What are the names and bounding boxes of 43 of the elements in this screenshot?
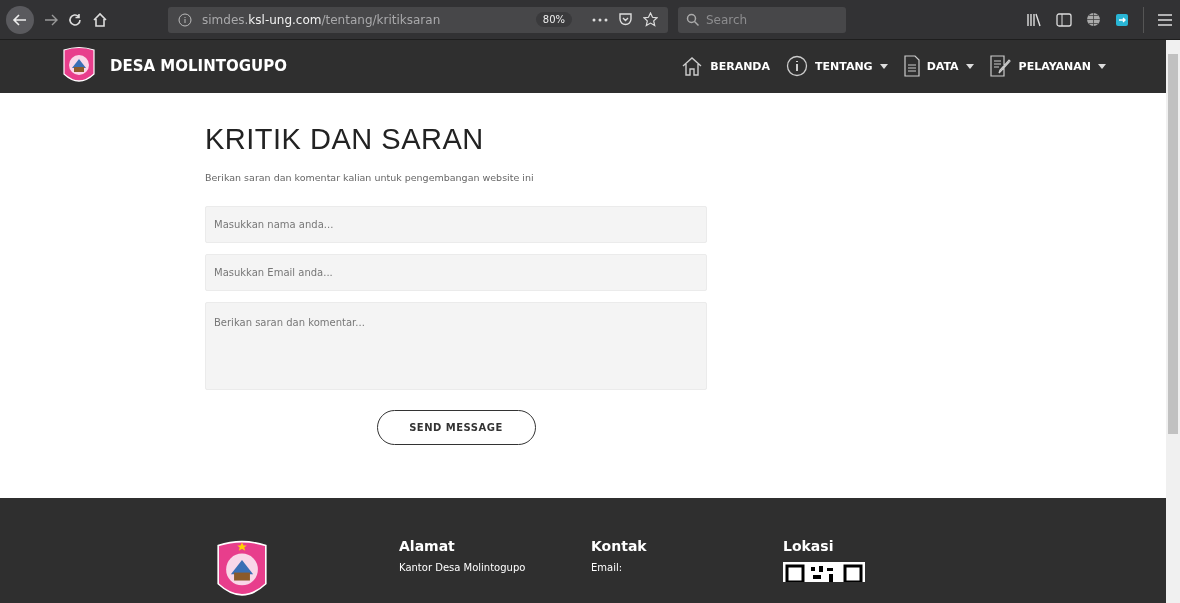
reload-icon[interactable] — [68, 12, 82, 27]
zoom-badge[interactable]: 80% — [535, 12, 572, 27]
scrollbar[interactable] — [1166, 40, 1180, 603]
search-icon — [686, 12, 700, 27]
pocket-icon[interactable] — [618, 12, 633, 27]
nav-link[interactable]: TENTANG — [786, 55, 888, 78]
star-icon[interactable] — [643, 12, 658, 27]
menu-icon[interactable] — [1158, 13, 1172, 26]
footer-heading: Alamat — [399, 538, 456, 554]
page-heading: KRITIK DAN SARAN — [205, 122, 485, 156]
more-icon[interactable] — [592, 17, 608, 22]
url-text: simdes.ksl-ung.com/tentang/kritiksaran — [202, 12, 442, 27]
page-subtitle: Berikan saran dan komentar kalian untuk pengembangan website ini — [205, 171, 535, 183]
info-icon[interactable] — [178, 12, 192, 27]
library-icon[interactable] — [1026, 12, 1042, 27]
edit-document-icon — [989, 55, 1012, 78]
house-icon — [681, 56, 704, 77]
comment-textarea[interactable]: Berikan saran dan komentar... — [205, 301, 707, 390]
back-button[interactable] — [6, 5, 34, 34]
search-field[interactable]: Search — [678, 6, 846, 33]
footer-text: Kantor Desa Molintogupo — [399, 562, 527, 573]
caret-icon — [879, 63, 888, 69]
text-input-field[interactable]: Masukkan Email anda... — [205, 253, 707, 291]
site-title[interactable]: DESA MOLINTOGUPO — [110, 57, 287, 76]
caret-icon — [1098, 63, 1106, 69]
nav-link[interactable]: BERANDA — [681, 55, 770, 78]
footer-text: Email: — [591, 562, 624, 573]
forward-arrow-icon[interactable] — [44, 13, 58, 26]
address-bar[interactable]: simdes.ksl-ung.com/tentang/kritiksaran 80% — [168, 6, 668, 33]
info-icon — [786, 55, 808, 78]
qr-code-icon — [783, 562, 865, 582]
sidebar-icon[interactable] — [1056, 12, 1072, 27]
send-button[interactable]: SEND MESSAGE — [376, 409, 536, 445]
document-icon — [903, 55, 920, 78]
nav-link[interactable]: PELAYANAN — [989, 55, 1106, 78]
nav-link[interactable]: DATA — [903, 55, 974, 78]
footer-heading: Lokasi — [783, 538, 835, 554]
caret-icon — [965, 63, 974, 69]
globe-icon[interactable] — [1086, 12, 1101, 27]
home-icon[interactable] — [92, 11, 108, 28]
extension-icon[interactable] — [1115, 12, 1129, 27]
footer-heading: Kontak — [591, 538, 648, 554]
text-input-field[interactable]: Masukkan nama anda... — [205, 205, 707, 243]
